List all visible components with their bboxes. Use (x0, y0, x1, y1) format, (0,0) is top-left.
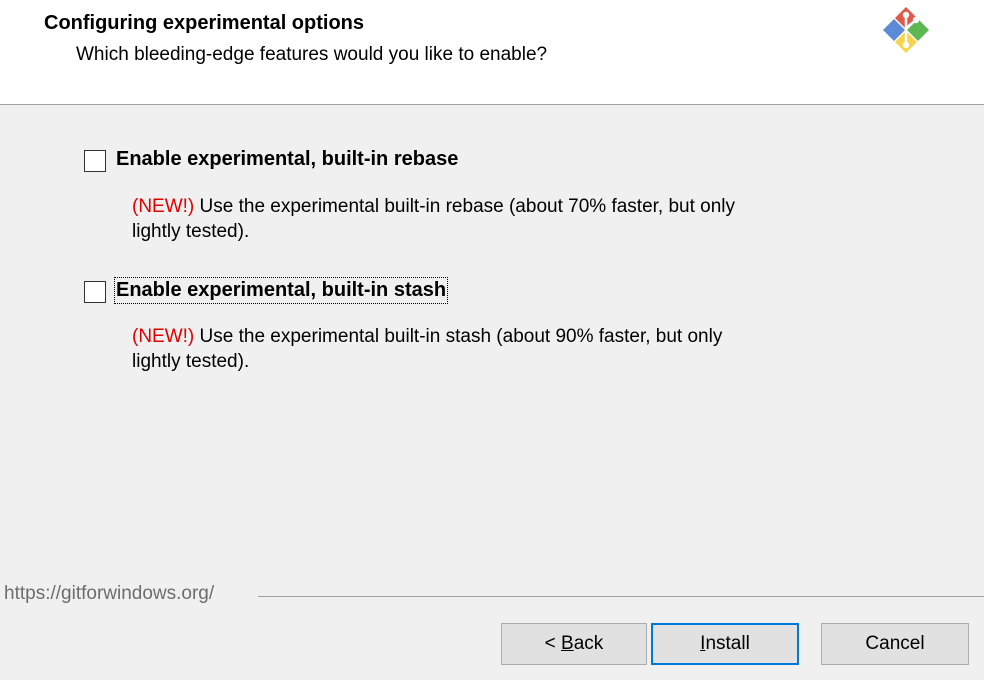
new-tag: (NEW!) (132, 196, 195, 217)
footer-url: https://gitforwindows.org/ (4, 583, 215, 604)
back-button-prefix: < (544, 633, 562, 654)
stash-option-label[interactable]: Enable experimental, built-in stash (113, 277, 449, 304)
rebase-description-text-2: lightly tested). (132, 221, 250, 242)
page-subtitle: Which bleeding-edge features would you l… (76, 44, 548, 65)
rebase-option-label[interactable]: Enable experimental, built-in rebase (116, 148, 458, 171)
install-button[interactable]: Install (651, 623, 799, 665)
cancel-button[interactable]: Cancel (821, 623, 969, 665)
options-panel: Enable experimental, built-in rebase (NE… (0, 105, 984, 585)
rebase-option-description: (NEW!) Use the experimental built-in reb… (132, 194, 852, 244)
git-logo-icon (883, 7, 929, 53)
stash-checkbox[interactable] (84, 281, 106, 303)
stash-option-description: (NEW!) Use the experimental built-in sta… (132, 324, 852, 374)
back-button-accelerator: B (561, 633, 574, 654)
back-button[interactable]: < Back (501, 623, 647, 665)
rebase-checkbox[interactable] (84, 150, 106, 172)
stash-description-text-2: lightly tested). (132, 351, 250, 372)
install-button-label: nstall (705, 633, 750, 654)
page-title: Configuring experimental options (44, 12, 365, 34)
wizard-header: Configuring experimental options Which b… (0, 0, 984, 105)
footer-divider (258, 596, 984, 597)
back-button-label: ack (573, 633, 604, 654)
rebase-description-text: Use the experimental built-in rebase (ab… (194, 196, 736, 217)
stash-description-text: Use the experimental built-in stash (abo… (194, 326, 723, 347)
new-tag: (NEW!) (132, 326, 195, 347)
